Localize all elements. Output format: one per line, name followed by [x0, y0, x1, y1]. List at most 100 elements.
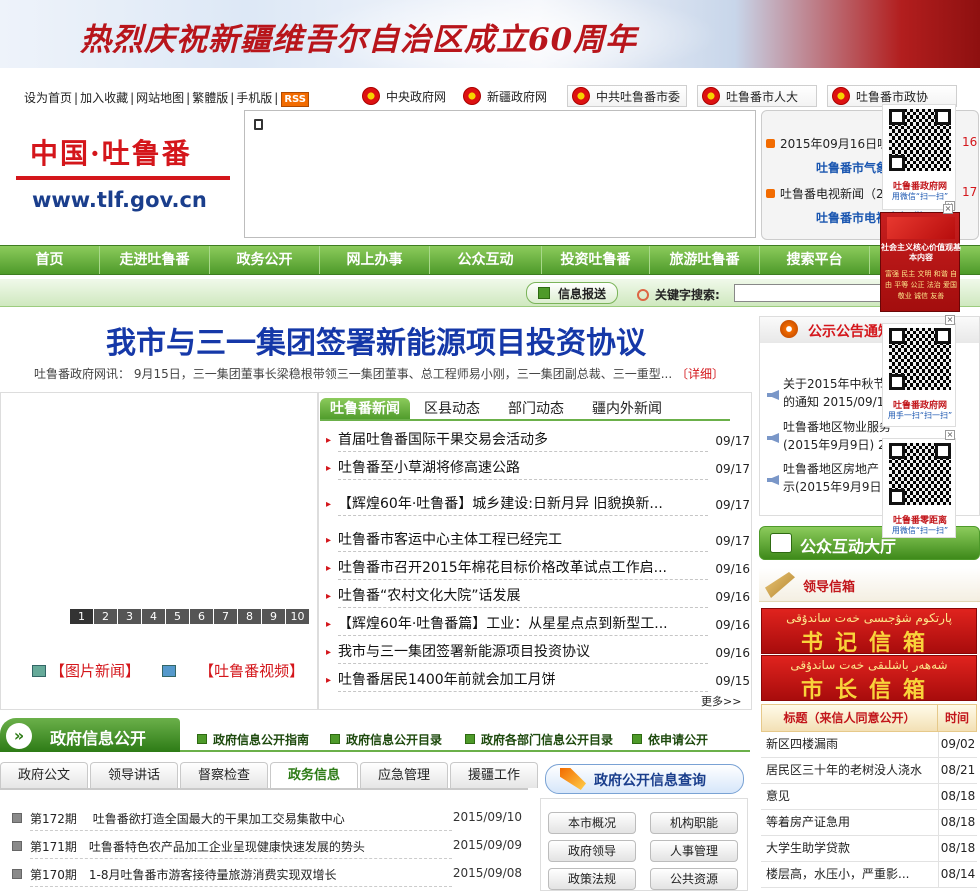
- arrow-icon: [766, 139, 775, 148]
- query-gov-leaders-button[interactable]: 政府领导: [548, 840, 636, 862]
- query-public-resources-button[interactable]: 公共资源: [650, 868, 738, 890]
- news-item[interactable]: ▸ 【辉煌60年·吐鲁番】城乡建设:日新月异 旧貌换新... 09/17: [326, 493, 750, 516]
- top-links: 设为首页 | 加入收藏 | 网站地图 | 繁體版 | 手机版 | RSS: [22, 89, 309, 107]
- gov-info-title-tab[interactable]: » 政府信息公开: [0, 718, 180, 752]
- news-item[interactable]: ▸ 吐鲁番“农村文化大院”话发展 09/16: [326, 585, 750, 608]
- close-icon[interactable]: ×: [943, 204, 953, 214]
- square-bullet-icon: [632, 734, 642, 744]
- letter-row[interactable]: 等着房产证急用 08/18: [761, 810, 977, 836]
- link-apply-disclosure[interactable]: 依申请公开: [632, 731, 708, 748]
- rss-button[interactable]: RSS: [281, 92, 309, 107]
- query-city-overview-button[interactable]: 本市概况: [548, 812, 636, 834]
- news-item[interactable]: ▸ 我市与三一集团签署新能源项目投资协议 09/16: [326, 641, 750, 664]
- site-logo-url[interactable]: www.tlf.gov.cn: [32, 188, 207, 212]
- floating-core-values-ad[interactable]: 社会主义核心价值观基本内容 富强 民主 文明 和谐 自由 平等 公正 法治 爱国…: [880, 204, 961, 312]
- pager-item[interactable]: 9: [262, 609, 285, 624]
- nav-about[interactable]: 走进吐鲁番: [100, 246, 210, 274]
- letter-row[interactable]: 楼层高，水压小，严重影... 08/14: [761, 862, 977, 888]
- news-item[interactable]: ▸ 【辉煌60年·吐鲁番篇】工业：从星星点点到新型工... 09/16: [326, 613, 750, 636]
- site-logo-title[interactable]: 中国·吐鲁番: [30, 132, 192, 172]
- pager-item[interactable]: 3: [118, 609, 141, 624]
- more-news-link[interactable]: 更多>>: [701, 693, 741, 709]
- floating-qr-gov[interactable]: 吐鲁番政府网 用微信“扫一扫” ×: [882, 104, 956, 211]
- link-set-homepage[interactable]: 设为首页: [22, 91, 74, 105]
- news-item[interactable]: ▸ 吐鲁番市客运中心主体工程已经完工 09/17: [326, 529, 750, 552]
- pager-item[interactable]: 2: [94, 609, 117, 624]
- slideshow-pager: 1 2 3 4 5 6 7 8 9 10: [70, 609, 310, 624]
- bullet-icon: ▸: [326, 435, 332, 446]
- nav-search-platform[interactable]: 搜索平台: [760, 246, 870, 274]
- nav-tourism[interactable]: 旅游吐鲁番: [650, 246, 760, 274]
- pager-item[interactable]: 10: [286, 609, 309, 624]
- pager-item[interactable]: 7: [214, 609, 237, 624]
- close-icon[interactable]: ×: [945, 430, 955, 440]
- letter-row[interactable]: 居民区三十年的老树没人浇水 08/21: [761, 758, 977, 784]
- news-item[interactable]: ▸ 吐鲁番至小草湖将修高速公路 09/17: [326, 457, 750, 480]
- mayor-mailbox-button[interactable]: شەھەر باشلىقى خەت ساندۇقى 市长信箱: [761, 655, 977, 703]
- gov-info-row[interactable]: 第171期 吐鲁番特色农产品加工企业呈现健康快速发展的势头 2015/09/09: [12, 838, 522, 859]
- tab-leader-speeches[interactable]: 领导讲话: [90, 762, 178, 788]
- weather-link[interactable]: 吐鲁番市气象: [816, 159, 888, 176]
- link-peoples-congress[interactable]: 吐鲁番市人大: [697, 85, 817, 107]
- square-bullet-icon: [465, 734, 475, 744]
- news-item[interactable]: ▸ 首届吐鲁番国际干果交易会活动多 09/17: [326, 429, 750, 452]
- national-emblem-icon: [463, 87, 481, 105]
- link-party-committee[interactable]: 中共吐鲁番市委: [567, 85, 687, 107]
- secretary-mailbox-button[interactable]: پارتكوم شۇجىسى خەت ساندۇقى 书记信箱: [761, 608, 977, 656]
- news-item[interactable]: ▸ 吐鲁番市召开2015年棉花目标价格改革试点工作启... 09/16: [326, 557, 750, 580]
- letter-row[interactable]: 大学生助学贷款 08/18: [761, 836, 977, 862]
- tv-news-row[interactable]: 吐鲁番电视新闻（2: [766, 185, 884, 202]
- tab-xinjiang-aid[interactable]: 援疆工作: [450, 762, 538, 788]
- tab-department-news[interactable]: 部门动态: [494, 398, 578, 420]
- picture-icon: [32, 665, 46, 677]
- news-item[interactable]: ▸ 吐鲁番居民1400年前就会加工月饼 09/15: [326, 669, 750, 692]
- pager-item[interactable]: 4: [142, 609, 165, 624]
- pager-item[interactable]: 1: [70, 609, 93, 624]
- keyword-search-input[interactable]: [734, 284, 884, 302]
- video-news-link[interactable]: 【吐鲁番视频】: [162, 660, 304, 681]
- floating-qr-zero-distance[interactable]: 吐鲁番零距离 用微信“扫一扫” ×: [882, 430, 956, 538]
- nav-interaction[interactable]: 公众互动: [430, 246, 542, 274]
- tab-emergency[interactable]: 应急管理: [360, 762, 448, 788]
- link-mobile[interactable]: 手机版: [234, 91, 274, 105]
- pager-item[interactable]: 5: [166, 609, 189, 624]
- picture-news-link[interactable]: 【图片新闻】: [32, 660, 140, 681]
- nav-investment[interactable]: 投资吐鲁番: [542, 246, 650, 274]
- tv-news-date: 17: [962, 185, 978, 199]
- link-traditional[interactable]: 繁體版: [190, 91, 230, 105]
- detail-link[interactable]: 〔详细〕: [676, 367, 724, 381]
- letter-row[interactable]: 意见 08/18: [761, 784, 977, 810]
- gov-info-row[interactable]: 第170期 1-8月吐鲁番市游客接待量旅游消费实现双增长 2015/09/08: [12, 866, 522, 887]
- tab-gov-info[interactable]: 政务信息: [270, 762, 358, 788]
- close-icon[interactable]: ×: [945, 315, 955, 325]
- tab-gov-documents[interactable]: 政府公文: [0, 762, 88, 788]
- link-department-catalog[interactable]: 政府各部门信息公开目录: [465, 731, 613, 748]
- info-submit-button[interactable]: 信息报送: [526, 282, 618, 304]
- link-disclosure-catalog[interactable]: 政府信息公开目录: [330, 731, 442, 748]
- query-personnel-button[interactable]: 人事管理: [650, 840, 738, 862]
- national-emblem-icon: [362, 87, 380, 105]
- nav-online-service[interactable]: 网上办事: [320, 246, 430, 274]
- link-disclosure-guide[interactable]: 政府信息公开指南: [197, 731, 309, 748]
- tab-xinjiang-news[interactable]: 疆内外新闻: [578, 398, 676, 420]
- nav-gov-affairs[interactable]: 政务公开: [210, 246, 320, 274]
- flash-banner-area[interactable]: [244, 110, 756, 238]
- tab-turpan-news[interactable]: 吐鲁番新闻: [320, 398, 410, 420]
- pager-item[interactable]: 6: [190, 609, 213, 624]
- headline-title[interactable]: 我市与三一集团签署新能源项目投资协议: [0, 318, 752, 362]
- link-add-favorite[interactable]: 加入收藏: [78, 91, 130, 105]
- link-sitemap[interactable]: 网站地图: [134, 91, 186, 105]
- qr-corner: [935, 328, 951, 344]
- tab-county-news[interactable]: 区县动态: [410, 398, 494, 420]
- letter-row[interactable]: 新区四楼漏雨 09/02: [761, 732, 977, 758]
- link-central-gov[interactable]: 中央政府网: [362, 85, 446, 107]
- tab-inspection[interactable]: 督察检查: [180, 762, 268, 788]
- query-functions-button[interactable]: 机构职能: [650, 812, 738, 834]
- gov-info-tabs: 政府公文 领导讲话 督察检查 政务信息 应急管理 援疆工作: [0, 762, 540, 788]
- query-policies-button[interactable]: 政策法规: [548, 868, 636, 890]
- pager-item[interactable]: 8: [238, 609, 261, 624]
- gov-info-row[interactable]: 第172期 吐鲁番欲打造全国最大的干果加工交易集散中心 2015/09/10: [12, 810, 522, 831]
- floating-qr-gov-2[interactable]: 吐鲁番政府网 用手一扫“扫一扫” ×: [882, 315, 956, 427]
- nav-home[interactable]: 首页: [0, 246, 100, 274]
- link-xinjiang-gov[interactable]: 新疆政府网: [463, 85, 547, 107]
